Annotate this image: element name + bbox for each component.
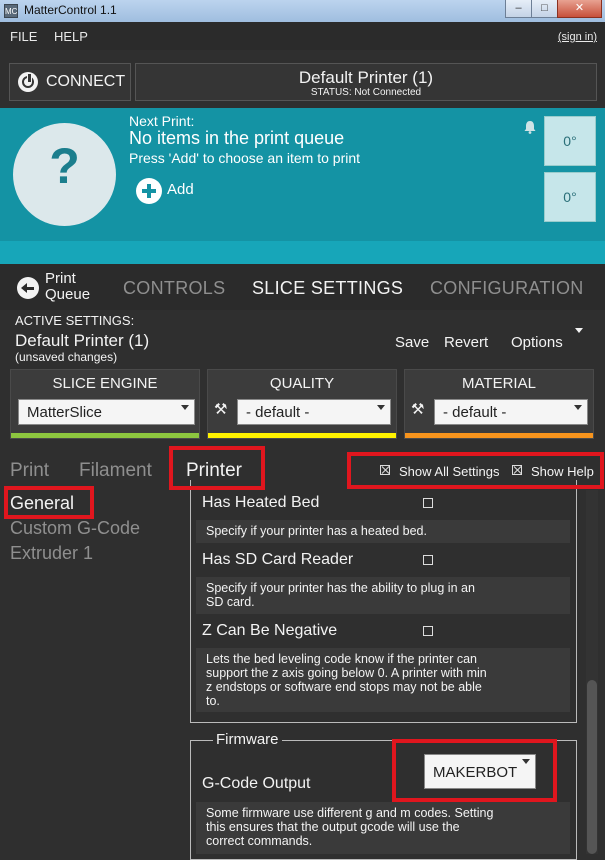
menu-help[interactable]: HELP bbox=[54, 29, 88, 44]
bell-icon[interactable] bbox=[523, 120, 537, 134]
highlight-toggles bbox=[347, 452, 604, 489]
maximize-button[interactable]: □ bbox=[531, 0, 558, 18]
chevron-down-icon bbox=[181, 405, 189, 410]
highlight-gcode-output bbox=[392, 739, 557, 802]
main-tabs: Print Queue CONTROLS SLICE SETTINGS CONFI… bbox=[0, 264, 605, 310]
slice-engine-title: SLICE ENGINE bbox=[52, 375, 158, 392]
quality-title: QUALITY bbox=[269, 375, 335, 392]
menu-bar bbox=[0, 22, 605, 50]
sd-card-checkbox[interactable] bbox=[423, 555, 433, 565]
window-titlebar: MC MatterControl 1.1 – □ ✕ bbox=[0, 0, 605, 22]
quality-dropdown[interactable]: - default - bbox=[237, 399, 391, 425]
material-card: MATERIAL ⚒ - default - bbox=[404, 369, 594, 439]
firmware-legend: Firmware bbox=[213, 731, 282, 748]
heated-bed-help: Specify if your printer has a heated bed… bbox=[196, 520, 570, 543]
sd-card-label: Has SD Card Reader bbox=[202, 551, 354, 568]
quality-value: - default - bbox=[246, 404, 310, 421]
highlight-general bbox=[4, 486, 94, 519]
slice-engine-value: MatterSlice bbox=[27, 404, 103, 421]
z-negative-help-line4: to. bbox=[206, 694, 220, 708]
bed-temp-readout[interactable]: 0° bbox=[544, 172, 596, 222]
heated-bed-checkbox[interactable] bbox=[423, 498, 433, 508]
printer-selector[interactable]: Default Printer (1) STATUS: Not Connecte… bbox=[135, 63, 597, 101]
add-icon[interactable] bbox=[136, 178, 162, 204]
nav-custom-gcode[interactable]: Custom G-Code bbox=[10, 518, 140, 539]
z-negative-help-line1: Lets the bed leveling code know if the p… bbox=[206, 652, 478, 666]
settings-header: ACTIVE SETTINGS: Default Printer (1) (un… bbox=[0, 310, 605, 450]
sd-card-help-line2: SD card. bbox=[206, 595, 255, 609]
quality-color-bar bbox=[208, 433, 396, 438]
z-negative-help-line2: support the z axis going below 0. A prin… bbox=[206, 666, 487, 680]
nav-extruder-1[interactable]: Extruder 1 bbox=[10, 543, 93, 564]
next-print-label: Next Print: bbox=[129, 113, 195, 129]
menu-file[interactable]: FILE bbox=[10, 29, 37, 44]
gcode-output-help-line2: this ensures that the output gcode will … bbox=[206, 820, 460, 834]
window-title: MatterControl 1.1 bbox=[24, 3, 117, 17]
tab-print-queue[interactable]: Print Queue bbox=[45, 271, 90, 303]
close-button[interactable]: ✕ bbox=[557, 0, 602, 18]
slice-engine-card: SLICE ENGINE MatterSlice bbox=[10, 369, 200, 439]
chevron-down-icon bbox=[377, 405, 385, 410]
sd-card-help: Specify if your printer has the ability … bbox=[196, 577, 570, 614]
chevron-down-icon bbox=[574, 405, 582, 410]
tab-slice-settings[interactable]: SLICE SETTINGS bbox=[252, 278, 403, 299]
wrench-icon[interactable]: ⚒ bbox=[214, 400, 227, 418]
settings-scrollbar-thumb[interactable] bbox=[587, 680, 597, 854]
subtab-print[interactable]: Print bbox=[10, 460, 49, 482]
subtab-filament[interactable]: Filament bbox=[79, 460, 152, 482]
material-value: - default - bbox=[443, 404, 507, 421]
connect-label: CONNECT bbox=[46, 73, 126, 90]
z-negative-checkbox[interactable] bbox=[423, 626, 433, 636]
revert-button[interactable]: Revert bbox=[444, 334, 488, 351]
power-icon bbox=[18, 72, 38, 92]
options-button[interactable]: Options bbox=[511, 334, 563, 351]
gcode-output-help-line3: correct commands. bbox=[206, 834, 313, 848]
back-arrow-icon[interactable] bbox=[17, 277, 39, 299]
z-negative-help: Lets the bed leveling code know if the p… bbox=[196, 648, 570, 712]
z-negative-label: Z Can Be Negative bbox=[202, 622, 338, 639]
sign-in-link[interactable]: (sign in) bbox=[558, 31, 597, 43]
app-icon: MC bbox=[4, 4, 18, 18]
gcode-output-help: Some firmware use different g and m code… bbox=[196, 802, 570, 854]
minimize-button[interactable]: – bbox=[505, 0, 532, 18]
material-dropdown[interactable]: - default - bbox=[434, 399, 588, 425]
quality-card: QUALITY ⚒ - default - bbox=[207, 369, 397, 439]
printer-name: Default Printer (1) bbox=[298, 68, 434, 87]
material-title: MATERIAL bbox=[462, 375, 536, 392]
heated-bed-help-text: Specify if your printer has a heated bed… bbox=[206, 524, 427, 538]
tab-configuration[interactable]: CONFIGURATION bbox=[430, 278, 584, 299]
wrench-icon[interactable]: ⚒ bbox=[411, 400, 424, 418]
queue-title: No items in the print queue bbox=[129, 128, 345, 148]
unsaved-changes-label: (unsaved changes) bbox=[15, 350, 118, 364]
add-button[interactable]: Add bbox=[167, 181, 194, 198]
active-settings-label: ACTIVE SETTINGS: bbox=[15, 313, 135, 328]
sd-card-help-line1: Specify if your printer has the ability … bbox=[206, 581, 475, 595]
tab-controls[interactable]: CONTROLS bbox=[123, 278, 225, 299]
queue-subtitle: Press 'Add' to choose an item to print bbox=[129, 150, 361, 166]
tab-print-queue-line1: Print bbox=[45, 270, 76, 287]
heated-bed-label: Has Heated Bed bbox=[202, 494, 320, 511]
save-button[interactable]: Save bbox=[395, 334, 429, 351]
tab-print-queue-line2: Queue bbox=[45, 286, 91, 303]
active-settings-name: Default Printer (1) bbox=[15, 331, 150, 350]
options-dropdown-icon[interactable] bbox=[575, 328, 583, 333]
z-negative-help-line3: z endstops or software end stops may not… bbox=[206, 680, 482, 694]
connect-button[interactable]: CONNECT bbox=[9, 63, 131, 101]
printer-status: STATUS: Not Connected bbox=[310, 87, 422, 98]
gcode-output-help-line1: Some firmware use different g and m code… bbox=[206, 806, 494, 820]
gcode-output-label: G-Code Output bbox=[202, 775, 311, 792]
extruder-temp-readout[interactable]: 0° bbox=[544, 116, 596, 166]
slice-engine-dropdown[interactable]: MatterSlice bbox=[18, 399, 195, 425]
highlight-printer-tab bbox=[169, 446, 265, 490]
material-color-bar bbox=[405, 433, 593, 438]
print-thumbnail: ? bbox=[13, 123, 116, 226]
question-icon: ? bbox=[49, 138, 80, 194]
slice-engine-color-bar bbox=[11, 433, 199, 438]
queue-strip bbox=[0, 241, 605, 264]
